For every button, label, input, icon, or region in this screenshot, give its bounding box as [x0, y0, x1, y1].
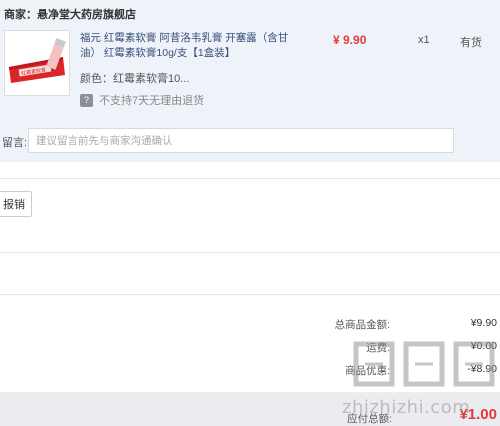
shipping-value: ¥0.00: [470, 340, 497, 352]
product-quantity: x1: [418, 34, 430, 46]
shipping-label: 运费:: [366, 342, 390, 354]
payable-value: ¥1.00: [459, 406, 497, 423]
product-title-link[interactable]: 福元 红霉素软膏 阿昔洛韦乳膏 开塞露（含甘油） 红霉素软膏10g/支【1盒装】: [80, 31, 295, 61]
message-input[interactable]: [28, 128, 454, 153]
merchant-label: 商家：: [4, 9, 37, 21]
payment-bar: [0, 392, 500, 426]
discount-value: -¥8.90: [467, 363, 497, 375]
variant-label: 颜色：: [80, 73, 113, 85]
divider: [0, 252, 500, 253]
return-policy-row: ? 不支持7天无理由退货: [80, 92, 204, 108]
goods-total-value: ¥9.90: [470, 317, 497, 329]
goods-total-label: 总商品金额:: [334, 319, 390, 331]
return-policy-text: 不支持7天无理由退货: [99, 95, 205, 107]
reimburse-button[interactable]: 报销: [0, 191, 32, 217]
variant-value: 红霉素软膏10...: [113, 73, 190, 85]
divider: [0, 178, 500, 179]
divider: [0, 294, 500, 295]
product-price: ¥ 9.90: [333, 33, 367, 47]
question-icon[interactable]: ?: [80, 93, 93, 107]
stock-status: 有货: [460, 37, 482, 49]
product-thumbnail[interactable]: 红霉素软膏: [4, 30, 70, 96]
product-variant-row: 颜色：红霉素软膏10...: [80, 70, 189, 86]
merchant-row: 商家：悬净堂大药房旗舰店: [4, 6, 136, 22]
message-label: 留言:: [2, 137, 28, 149]
payable-label: 应付总额:: [347, 413, 392, 425]
discount-label: 商品优惠:: [345, 365, 390, 377]
merchant-name[interactable]: 悬净堂大药房旗舰店: [37, 9, 136, 21]
